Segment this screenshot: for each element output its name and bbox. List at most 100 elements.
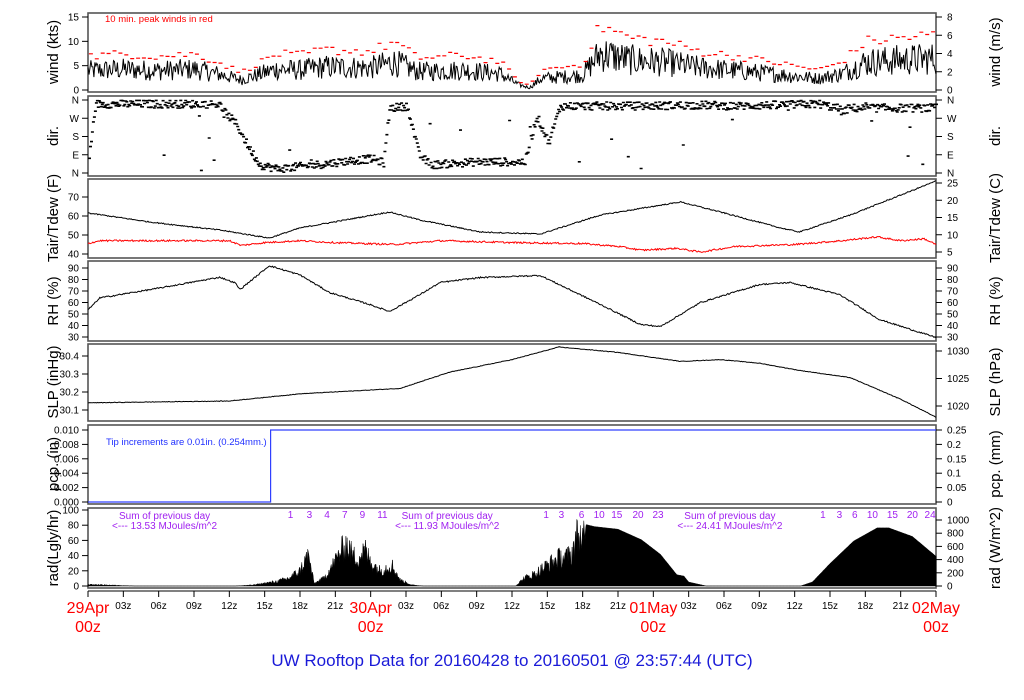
- time-tick-label: 09z: [186, 601, 202, 612]
- sea-level-pressure-line: [87, 346, 937, 418]
- daily-sum-value: <--- 11.93 MJoules/m^2: [395, 521, 500, 532]
- rad-left-tick-label: 0: [73, 582, 79, 593]
- pcp-annotation: Tip increments are 0.01in. (0.254mm.): [106, 437, 267, 448]
- rh-right-tick-label: 50: [947, 310, 959, 321]
- sun-hour-mark: 9: [360, 510, 366, 521]
- slp-panel-frame: [87, 343, 937, 422]
- rh-right-tick-label: 30: [947, 333, 959, 344]
- dir-left-tick-label: S: [72, 132, 79, 143]
- air-temperature-line: [87, 180, 937, 239]
- rad-left-tick-label: 40: [68, 551, 80, 562]
- dir-right-tick-label: E: [947, 150, 954, 161]
- wind-right-tick-label: 8: [947, 13, 953, 24]
- sun-hour-mark: 1: [288, 510, 294, 521]
- weather-chart: 05101502468wind (kts) wind (m/s)NESWNNESW…: [45, 12, 1004, 670]
- rh-right-tick-label: 60: [947, 298, 959, 309]
- sun-hour-mark: 20: [632, 510, 644, 521]
- rad-right-tick-label: 1000: [947, 516, 970, 527]
- rh-left-tick-label: 40: [68, 321, 80, 332]
- chart-title: UW Rooftop Data for 20160428 to 20160501…: [271, 651, 752, 670]
- rad-panel-frame: [87, 507, 937, 589]
- temp-right-tick-label: 15: [947, 213, 959, 224]
- slp-left-tick-label: 30.4: [60, 352, 80, 363]
- time-tick-label: 18z: [575, 601, 591, 612]
- time-tick-label: 09z: [751, 601, 767, 612]
- rad-right-tick-label: 600: [947, 542, 964, 553]
- temp-right-tick-label: 5: [947, 248, 953, 259]
- pcp-right-tick-label: 0.1: [947, 469, 961, 480]
- rh-right-tick-label: 90: [947, 264, 959, 275]
- date-tick-day: 29Apr: [67, 600, 110, 617]
- sun-hour-mark: 1: [820, 510, 826, 521]
- temp-right-tick-label: 25: [947, 179, 959, 190]
- date-tick-hour: 00z: [640, 619, 666, 636]
- sun-hour-mark: 3: [307, 510, 313, 521]
- wind-left-tick-label: 15: [68, 13, 80, 24]
- rad-right-axis-label: rad (W/m^2): [987, 507, 1004, 589]
- rh-right-tick-label: 80: [947, 275, 959, 286]
- dir-left-axis-label: dir.: [45, 126, 62, 146]
- sun-hour-mark: 10: [867, 510, 879, 521]
- pcp-right-axis-label: pcp. (mm): [987, 430, 1004, 498]
- dir-right-tick-label: N: [947, 96, 954, 107]
- pcp-right-tick-label: 0.05: [947, 483, 967, 494]
- temp-left-tick-label: 50: [68, 231, 80, 242]
- rh-left-tick-label: 80: [68, 275, 80, 286]
- temp-left-axis-label: Tair/Tdew (F): [45, 174, 62, 262]
- rh-left-tick-label: 30: [68, 333, 80, 344]
- slp-right-tick-label: 1020: [947, 402, 970, 413]
- temp-right-tick-label: 10: [947, 230, 959, 241]
- rad-right-tick-label: 200: [947, 568, 964, 579]
- sun-hour-mark: 4: [324, 510, 330, 521]
- rad-right-tick-label: 0: [947, 582, 953, 593]
- time-tick-label: 03z: [681, 601, 697, 612]
- wind-right-tick-label: 6: [947, 31, 953, 42]
- dir-right-tick-label: S: [947, 132, 954, 143]
- rad-right-tick-label: 400: [947, 555, 964, 566]
- wind-direction-points: [88, 99, 938, 173]
- daily-sum-value: <--- 13.53 MJoules/m^2: [112, 521, 217, 532]
- slp-right-tick-label: 1025: [947, 374, 970, 385]
- slp-right-tick-label: 1030: [947, 347, 970, 358]
- pcp-left-tick-label: 0.010: [54, 426, 79, 437]
- sun-hour-mark: 10: [594, 510, 606, 521]
- sun-hour-mark: 20: [907, 510, 919, 521]
- wind-speed-line: [87, 41, 937, 90]
- dir-right-tick-label: W: [947, 114, 957, 125]
- rh-left-tick-label: 90: [68, 264, 80, 275]
- sun-hour-mark: 7: [342, 510, 348, 521]
- time-tick-label: 12z: [787, 601, 803, 612]
- rad-left-tick-label: 60: [68, 536, 80, 547]
- rh-panel-frame: [87, 260, 937, 342]
- rh-left-tick-label: 60: [68, 298, 80, 309]
- pcp-right-tick-label: 0: [947, 498, 953, 509]
- temp-left-tick-label: 40: [68, 250, 80, 261]
- pcp-left-axis-label: pcp. (in): [45, 437, 62, 491]
- rh-right-tick-label: 40: [947, 321, 959, 332]
- sun-hour-mark: 6: [852, 510, 858, 521]
- sun-hour-mark: 1: [543, 510, 549, 521]
- sun-hour-mark: 15: [887, 510, 899, 521]
- wind-right-tick-label: 4: [947, 49, 953, 60]
- date-tick-day: 01May: [629, 600, 677, 617]
- time-tick-label: 21z: [327, 601, 343, 612]
- time-tick-label: 21z: [610, 601, 626, 612]
- time-tick-label: 12z: [221, 601, 237, 612]
- time-tick-label: 06z: [433, 601, 449, 612]
- time-tick-label: 15z: [539, 601, 555, 612]
- wind-right-tick-label: 2: [947, 67, 953, 78]
- rh-right-axis-label: RH (%): [987, 276, 1004, 325]
- rad-right-tick-label: 800: [947, 529, 964, 540]
- dir-left-tick-label: N: [72, 169, 79, 180]
- temp-right-axis-label: Tair/Tdew (C): [987, 173, 1004, 263]
- slp-right-axis-label: SLP (hPa): [987, 348, 1004, 417]
- time-tick-label: 15z: [822, 601, 838, 612]
- slp-left-tick-label: 30.3: [60, 370, 80, 381]
- time-tick-label: 06z: [151, 601, 167, 612]
- dir-left-tick-label: W: [70, 114, 80, 125]
- rad-left-axis-label: rad(Lgly/hr): [45, 510, 62, 587]
- rad-left-tick-label: 100: [62, 506, 79, 517]
- date-tick-hour: 00z: [358, 619, 384, 636]
- time-tick-label: 15z: [257, 601, 273, 612]
- temp-panel-frame: [87, 178, 937, 259]
